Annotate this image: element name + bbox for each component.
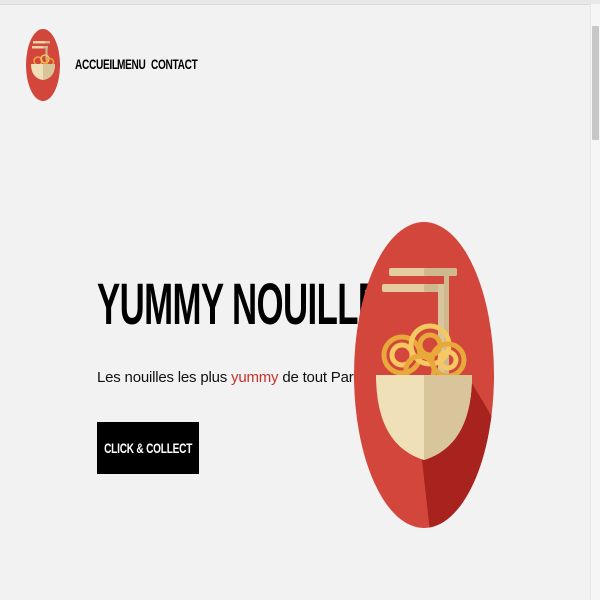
- page-scrollbar[interactable]: [590, 4, 600, 600]
- hero-tagline: Les nouilles les plus yummy de tout Pari…: [97, 369, 364, 386]
- tagline-text-start: Les nouilles les plus: [97, 369, 232, 386]
- noodle-bowl-logo-icon[interactable]: [25, 28, 61, 102]
- nav-link-accueil[interactable]: ACCUEIL: [75, 56, 118, 72]
- click-and-collect-button[interactable]: CLICK & COLLECT: [97, 422, 199, 474]
- browser-top-edge: [0, 0, 600, 5]
- nav-link-menu[interactable]: MENU: [117, 56, 146, 72]
- tagline-accent-word: yummy: [231, 369, 279, 386]
- cta-label: CLICK & COLLECT: [103, 440, 193, 456]
- scrollbar-thumb[interactable]: [592, 26, 599, 140]
- main-nav: ACCUEIL MENU CONTACT: [75, 56, 198, 72]
- noodle-bowl-icon: [354, 222, 494, 528]
- nav-link-contact[interactable]: CONTACT: [151, 56, 198, 72]
